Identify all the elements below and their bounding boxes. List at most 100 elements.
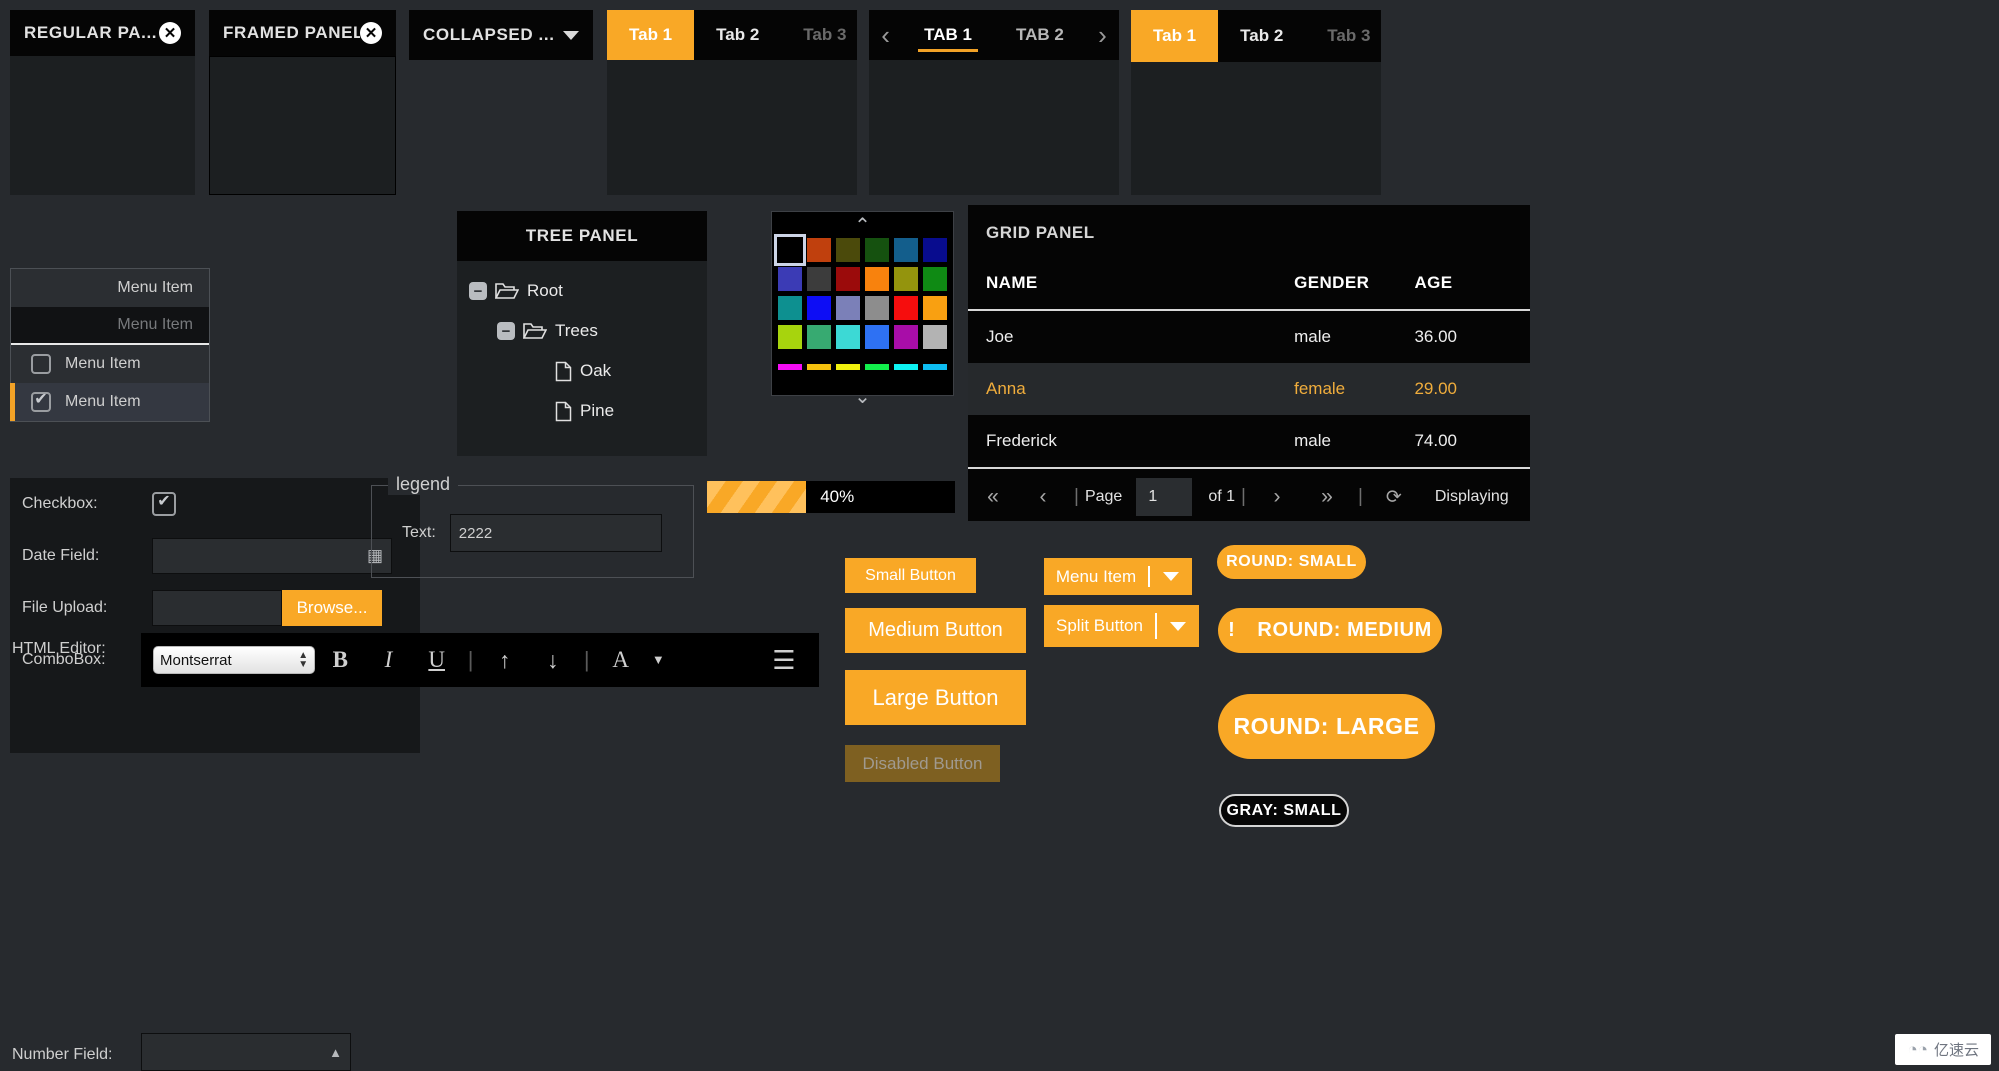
tab-third-1[interactable]: Tab 1 — [1131, 10, 1219, 62]
collapsed-panel-header[interactable]: COLLAPSED ... — [409, 10, 593, 60]
cell-gender: male — [1294, 327, 1331, 346]
double-chevron-left-icon[interactable]: « — [968, 485, 1018, 509]
color-swatch[interactable] — [865, 296, 889, 320]
date-field-input[interactable]: ▦ — [152, 538, 392, 574]
chevron-down-icon[interactable]: ▼ — [646, 637, 671, 683]
menu-item-3[interactable]: Menu Item — [11, 345, 209, 383]
color-strip[interactable] — [923, 355, 947, 379]
browse-button[interactable]: Browse... — [282, 590, 382, 626]
tab-2[interactable]: Tab 2 — [694, 10, 781, 60]
split-button[interactable]: Split Button — [1044, 605, 1199, 647]
menu-item-1[interactable]: Menu Item — [11, 269, 209, 307]
chevron-right-icon[interactable]: › — [1252, 485, 1302, 509]
chevron-right-icon[interactable]: › — [1086, 10, 1119, 60]
color-swatch[interactable] — [894, 325, 918, 349]
color-swatch[interactable] — [923, 325, 947, 349]
color-swatch[interactable] — [807, 238, 831, 262]
chevron-up-icon[interactable]: ⌃ — [772, 212, 953, 238]
color-swatch[interactable] — [894, 238, 918, 262]
tree-node-pine[interactable]: Pine — [457, 391, 707, 431]
spinner-icon[interactable]: ▲ ▼ — [298, 651, 308, 670]
tree-node-oak[interactable]: Oak — [457, 351, 707, 391]
table-row[interactable]: Anna female 29.00 — [968, 363, 1530, 415]
color-swatch[interactable] — [865, 238, 889, 262]
close-circle-icon[interactable]: ✕ — [360, 22, 382, 44]
tab-third-2[interactable]: Tab 2 — [1218, 10, 1305, 62]
column-header-gender[interactable]: GENDER — [1294, 273, 1414, 293]
tab-scroll-1[interactable]: TAB 1 — [902, 10, 994, 60]
color-swatch[interactable] — [836, 325, 860, 349]
italic-icon[interactable]: I — [365, 637, 411, 683]
color-strip[interactable] — [778, 355, 802, 379]
round-large-button[interactable]: ROUND: LARGE — [1218, 694, 1435, 759]
color-swatch[interactable] — [923, 296, 947, 320]
color-swatch[interactable] — [807, 267, 831, 291]
color-swatch[interactable] — [836, 296, 860, 320]
medium-button[interactable]: Medium Button — [845, 608, 1026, 653]
spinner-up-icon[interactable]: ▲ — [329, 1045, 342, 1060]
text-field-input[interactable]: 2222 — [449, 514, 662, 552]
round-small-button[interactable]: ROUND: SMALL — [1217, 545, 1366, 579]
color-swatch[interactable] — [807, 296, 831, 320]
decrease-font-size-icon[interactable]: ↓ — [530, 637, 576, 683]
file-upload-input[interactable] — [152, 590, 282, 626]
table-row[interactable]: Frederick male 74.00 — [968, 415, 1530, 467]
tab-scroll-2[interactable]: TAB 2 — [994, 10, 1086, 60]
color-swatch[interactable] — [774, 234, 806, 266]
color-swatch[interactable] — [923, 238, 947, 262]
menu-item-4[interactable]: Menu Item — [10, 383, 209, 421]
large-button[interactable]: Large Button — [845, 670, 1026, 725]
gray-small-button[interactable]: GRAY: SMALL — [1219, 794, 1349, 827]
color-swatch[interactable] — [807, 325, 831, 349]
color-swatch[interactable] — [865, 325, 889, 349]
tree-panel-title: TREE PANEL — [525, 226, 639, 245]
refresh-icon[interactable]: ⟳ — [1369, 486, 1419, 509]
menu-item-split-label[interactable]: Menu Item — [1044, 558, 1148, 595]
double-chevron-right-icon[interactable]: » — [1302, 485, 1352, 509]
font-color-icon[interactable]: A — [598, 637, 644, 683]
small-button[interactable]: Small Button — [845, 558, 976, 593]
color-swatch[interactable] — [894, 267, 918, 291]
bold-icon[interactable]: B — [317, 637, 363, 683]
color-swatch[interactable] — [836, 238, 860, 262]
page-number-input[interactable]: 1 — [1136, 478, 1193, 516]
split-button-label[interactable]: Split Button — [1044, 605, 1155, 647]
color-swatch[interactable] — [778, 267, 802, 291]
underline-icon[interactable]: U — [414, 637, 460, 683]
form-checkbox[interactable] — [152, 492, 176, 516]
color-strip[interactable] — [836, 355, 860, 379]
color-strip[interactable] — [894, 355, 918, 379]
checkbox-checked-icon[interactable] — [31, 392, 51, 412]
color-swatch[interactable] — [923, 267, 947, 291]
color-swatch[interactable] — [778, 296, 802, 320]
font-family-select[interactable]: Montserrat ▲ ▼ — [153, 646, 316, 674]
column-header-name[interactable]: NAME — [986, 273, 1294, 293]
color-swatch[interactable] — [836, 267, 860, 291]
checkbox-icon[interactable] — [31, 354, 51, 374]
chevron-left-icon[interactable]: ‹ — [1018, 485, 1068, 509]
table-row[interactable]: Joe male 36.00 — [968, 311, 1530, 363]
chevron-left-icon[interactable]: ‹ — [869, 10, 902, 60]
chevron-down-icon[interactable]: ⌄ — [772, 383, 953, 409]
tree-node-trees[interactable]: − Trees — [457, 311, 707, 351]
tab-1[interactable]: Tab 1 — [607, 10, 695, 60]
color-swatch[interactable] — [778, 325, 802, 349]
collapsed-panel[interactable]: COLLAPSED ... — [409, 10, 593, 60]
source-edit-icon[interactable]: ☰ — [761, 637, 807, 683]
color-strip[interactable] — [865, 355, 889, 379]
column-header-age[interactable]: AGE — [1414, 273, 1530, 293]
collapse-icon[interactable]: − — [469, 282, 487, 300]
menu-item-split-button[interactable]: Menu Item — [1044, 558, 1192, 595]
chevron-down-icon[interactable] — [1157, 605, 1199, 647]
collapse-icon[interactable]: − — [497, 322, 515, 340]
close-circle-icon[interactable]: ✕ — [159, 22, 181, 44]
round-medium-button[interactable]: ! ROUND: MEDIUM — [1218, 608, 1442, 653]
color-strip[interactable] — [807, 355, 831, 379]
increase-font-size-icon[interactable]: ↑ — [481, 637, 527, 683]
color-swatch[interactable] — [894, 296, 918, 320]
number-field-input[interactable]: ▲ — [141, 1033, 351, 1071]
color-swatch[interactable] — [865, 267, 889, 291]
chevron-down-icon[interactable] — [1150, 558, 1192, 595]
chevron-down-icon[interactable] — [563, 30, 579, 40]
tree-node-root[interactable]: − Root — [457, 271, 707, 311]
